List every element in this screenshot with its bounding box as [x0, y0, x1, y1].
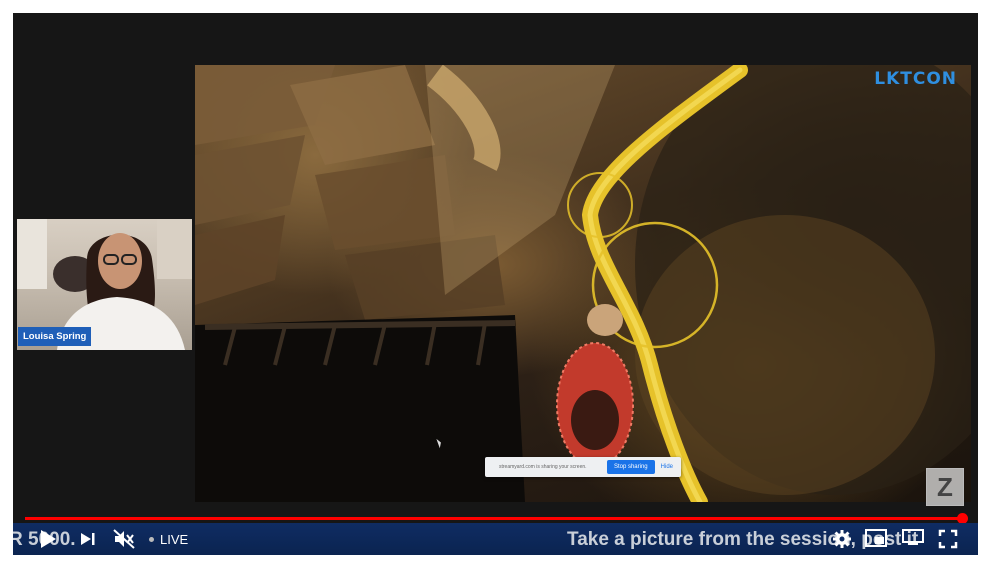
miniplayer-icon	[865, 529, 887, 547]
live-dot-icon	[149, 537, 154, 542]
settings-button[interactable]	[832, 529, 852, 549]
mute-icon	[113, 529, 135, 549]
progress-fill	[25, 517, 963, 520]
lktcon-logo: LKTCON	[874, 69, 957, 89]
theater-mode-button[interactable]	[902, 529, 924, 545]
screen-share-notification: streamyard.com is sharing your screen. S…	[485, 457, 681, 477]
mute-button[interactable]	[113, 529, 135, 549]
video-player[interactable]: LKTCON streamyard.com is sharing your sc…	[13, 13, 978, 555]
theater-icon	[902, 529, 924, 545]
hide-share-button[interactable]: Hide	[661, 464, 673, 470]
shared-screen-video: LKTCON streamyard.com is sharing your sc…	[195, 65, 971, 502]
presenter-webcam: Louisa Spring	[17, 219, 192, 350]
play-icon	[41, 530, 56, 548]
play-button[interactable]	[39, 529, 57, 549]
progress-bar[interactable]	[25, 513, 969, 524]
stop-sharing-button[interactable]: Stop sharing	[606, 460, 655, 474]
live-indicator[interactable]: LIVE	[149, 532, 188, 547]
streamyard-watermark-icon: Z	[926, 468, 964, 506]
vr-scene-illustration	[195, 65, 971, 502]
miniplayer-button[interactable]	[865, 529, 887, 547]
share-message: streamyard.com is sharing your screen.	[499, 464, 587, 470]
player-control-bar: R 5000. Take a picture from the session,…	[13, 523, 978, 555]
presenter-name-tag: Louisa Spring	[18, 327, 92, 346]
next-icon	[81, 533, 95, 545]
next-button[interactable]	[80, 529, 96, 549]
fullscreen-icon	[938, 529, 958, 549]
settings-icon	[833, 530, 851, 548]
fullscreen-button[interactable]	[938, 529, 958, 549]
live-label: LIVE	[160, 532, 189, 547]
